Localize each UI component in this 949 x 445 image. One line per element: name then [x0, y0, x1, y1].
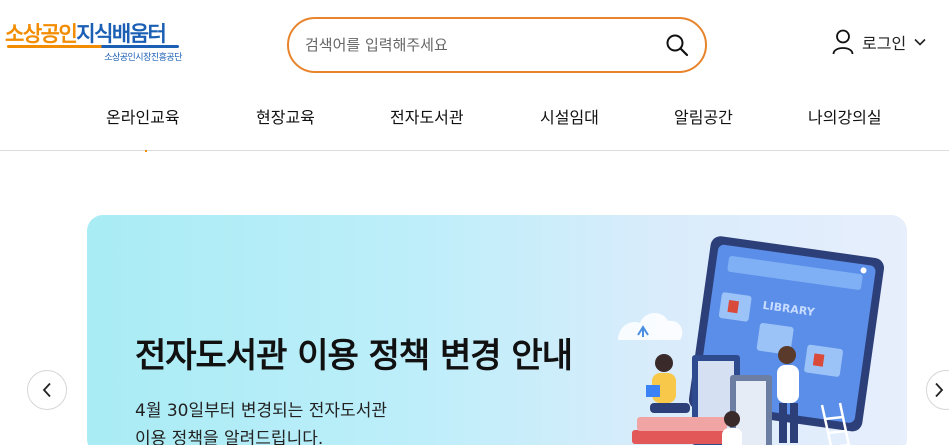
banner-description: 4월 30일부터 변경되는 전자도서관 이용 정책을 알려드립니다.: [135, 397, 387, 445]
logo-underline: [7, 45, 179, 48]
banner-desc-line1: 4월 30일부터 변경되는 전자도서관: [135, 401, 387, 421]
chevron-right-icon: [935, 382, 944, 398]
login-label: 로그인: [862, 34, 907, 53]
library-illustration: LIBRARY: [618, 236, 885, 445]
login-button[interactable]: 로그인: [832, 28, 926, 56]
search-input[interactable]: [305, 32, 655, 58]
site-logo[interactable]: 소상공인지식배움터 소상공인시장진흥공단: [5, 18, 190, 63]
logo-subtitle: 소상공인시장진흥공단: [104, 53, 182, 63]
nav-item-online-education[interactable]: 온라인교육: [106, 104, 180, 128]
nav-active-indicator: [145, 150, 147, 152]
user-icon: [832, 29, 854, 55]
nav-item-my-classroom[interactable]: 나의강의실: [808, 104, 882, 128]
nav-item-e-library[interactable]: 전자도서관: [390, 104, 464, 128]
chevron-left-icon: [42, 382, 51, 398]
nav-item-field-education[interactable]: 현장교육: [256, 104, 315, 128]
nav-divider: [0, 150, 949, 151]
search-box: [287, 17, 707, 73]
logo-text-blue: 지식배움터: [76, 22, 167, 46]
main-banner[interactable]: 전자도서관 이용 정책 변경 안내 4월 30일부터 변경되는 전자도서관 이용…: [87, 215, 907, 445]
chevron-down-icon: [914, 38, 926, 46]
search-icon[interactable]: [665, 33, 689, 57]
carousel-prev-button[interactable]: [27, 370, 67, 410]
main-nav: 온라인교육 현장교육 전자도서관 시설임대 알림공간 나의강의실: [0, 92, 949, 138]
logo-text: 소상공인지식배움터: [5, 18, 167, 48]
banner-desc-line2: 이용 정책을 알려드립니다.: [135, 429, 324, 445]
nav-item-notices[interactable]: 알림공간: [674, 104, 733, 128]
banner-title: 전자도서관 이용 정책 변경 안내: [135, 336, 573, 376]
nav-item-facility-rental[interactable]: 시설임대: [540, 104, 599, 128]
carousel-next-button[interactable]: [926, 370, 949, 410]
logo-text-orange: 소상공인: [5, 22, 78, 46]
